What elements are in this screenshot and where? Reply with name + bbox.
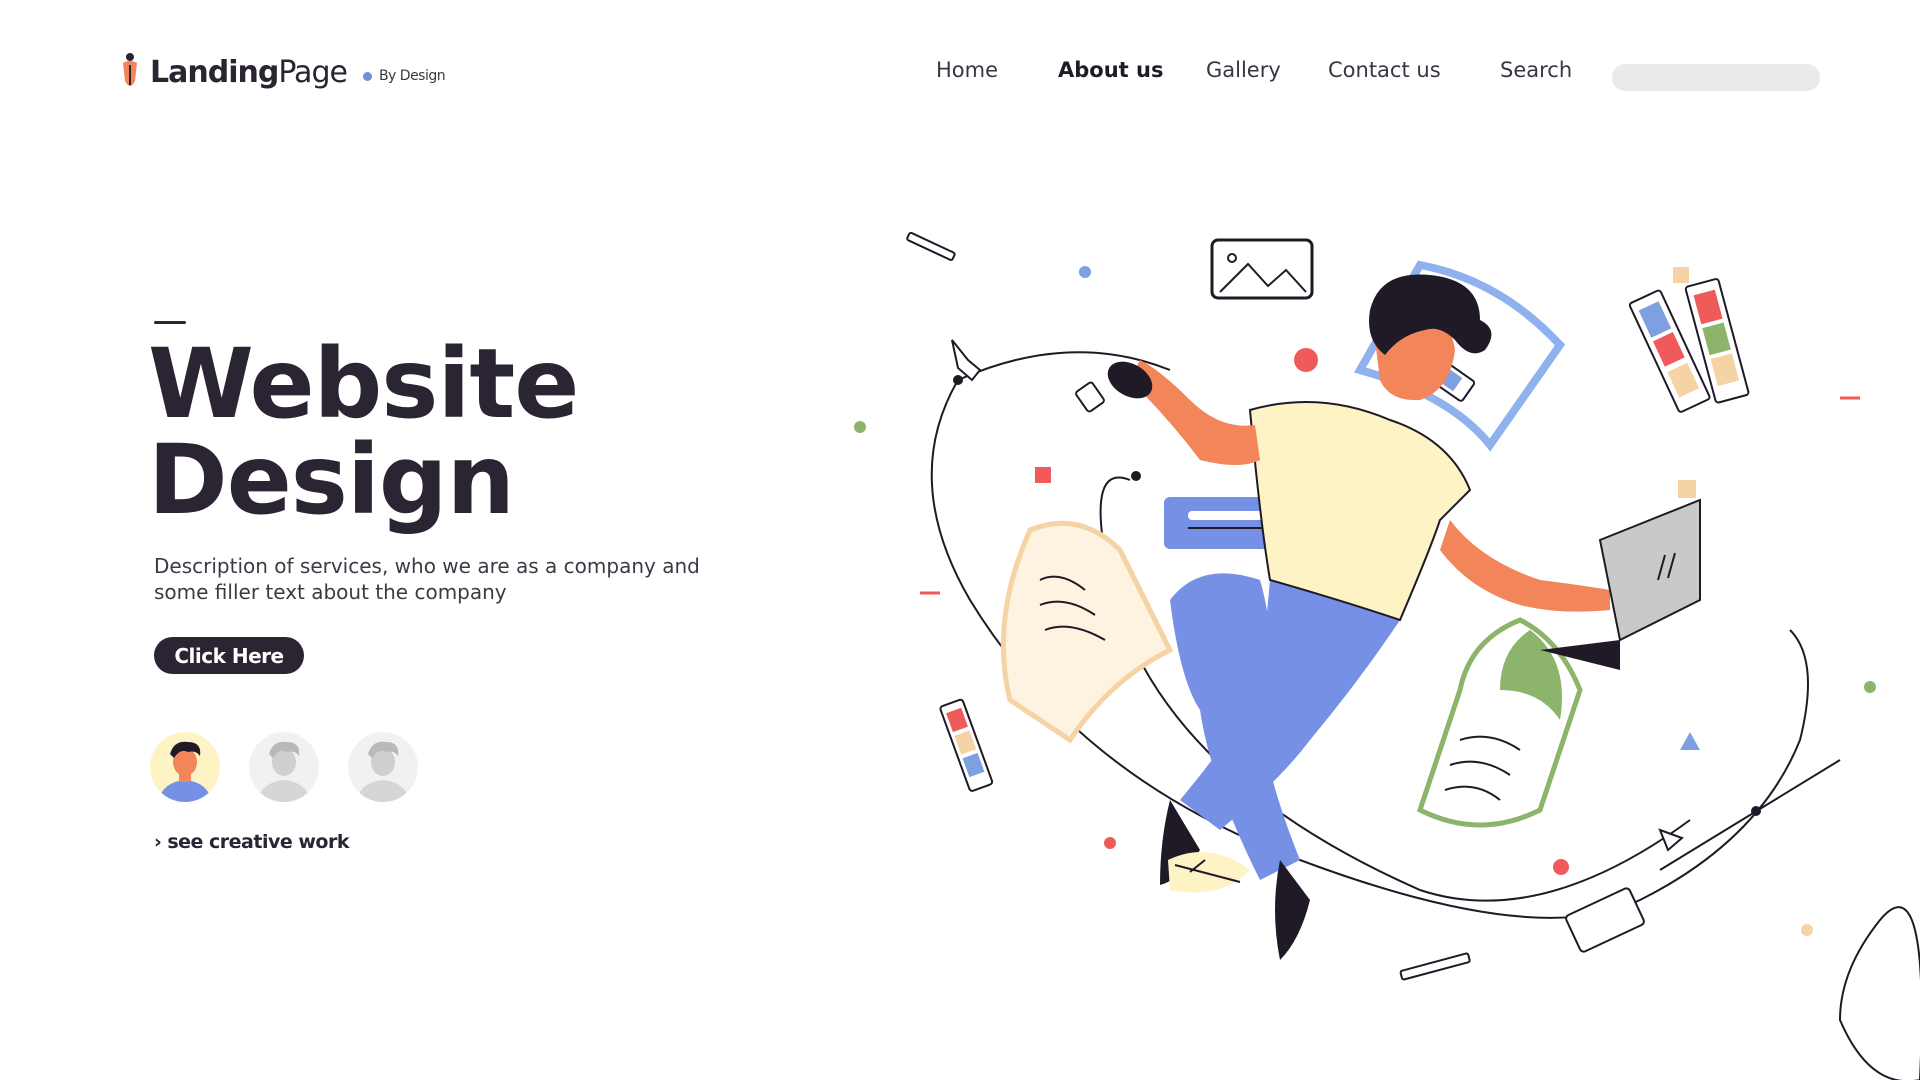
page-title: Website Design [148,328,579,536]
nav-home[interactable]: Home [936,58,998,82]
chevron-right-icon: › [154,831,162,853]
person-avatar-icon [348,732,418,802]
nav-about-us[interactable]: About us [1058,58,1163,82]
brand-tagline-text: By Design [378,68,446,84]
designer-floating-illustration [854,231,1920,1080]
brand-name-bold: Landing [150,54,279,90]
avatar-row [150,732,418,802]
brand-name: LandingPage [150,54,348,90]
hero-description: Description of services, who we are as a… [154,554,700,604]
tagline-dot-icon [362,71,372,81]
avatar-3[interactable] [348,732,418,802]
see-creative-work-label: see creative work [167,831,349,853]
see-creative-work-link[interactable]: › see creative work [154,831,349,853]
person-avatar-icon [249,732,319,802]
avatar-1[interactable] [150,732,220,802]
pen-nib-icon [123,53,137,86]
click-here-button[interactable]: Click Here [154,637,304,674]
title-accent-dash [154,321,186,324]
brand-name-light: Page [278,54,348,90]
page-title-line-2: Design [148,424,515,536]
person-avatar-icon [150,732,220,802]
nav-gallery[interactable]: Gallery [1206,58,1281,82]
brand-tagline: By Design [362,68,446,84]
nav-contact-us[interactable]: Contact us [1328,58,1441,82]
brand-logo[interactable]: LandingPage By Design [118,50,446,94]
page-title-line-1: Website [148,328,579,440]
avatar-2[interactable] [249,732,319,802]
search-input[interactable] [1612,64,1820,91]
nav-search-label[interactable]: Search [1500,58,1572,82]
